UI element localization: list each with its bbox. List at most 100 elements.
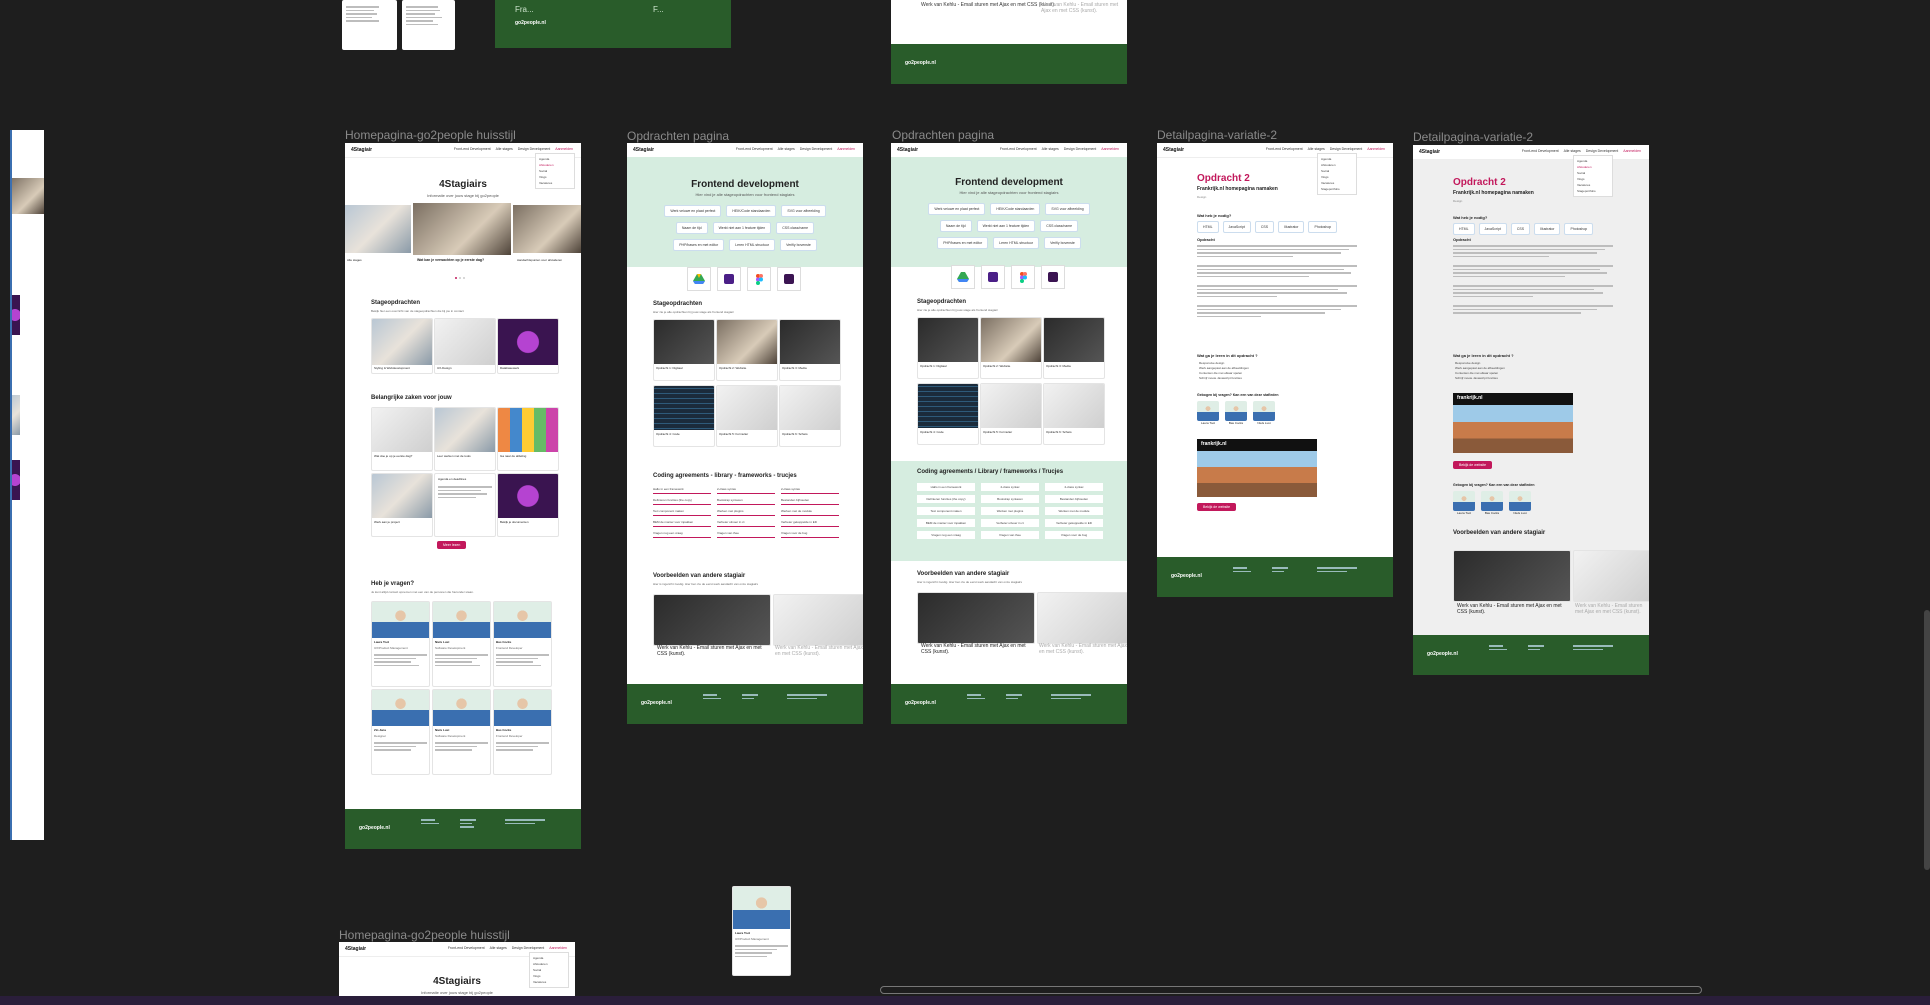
chip[interactable]: Werkt niet aan 1 feature tijden xyxy=(976,220,1036,232)
coding-item[interactable]: Text component maken xyxy=(653,509,711,516)
figma-icon[interactable] xyxy=(747,267,771,291)
assignment-card[interactable]: Opdracht 2: Website xyxy=(716,319,778,381)
nav-link-design[interactable]: Design Development xyxy=(518,147,551,151)
frame-label-opdrachten-2[interactable]: Opdrachten pagina xyxy=(892,128,994,142)
contact-person[interactable]: Laura Tool xyxy=(1453,491,1475,515)
info-card[interactable]: Wat doe je op je eerste dag? xyxy=(371,407,433,471)
coding-item[interactable]: Werken met plugins xyxy=(981,507,1039,515)
chip[interactable]: Naam de tijd xyxy=(939,220,972,232)
frame-opdrachten-2[interactable]: 4Stagiair Front-end Development Alle stag… xyxy=(891,143,1127,724)
tool-chip[interactable]: HTML xyxy=(1197,221,1219,233)
frame-label-detail-2[interactable]: Detailpagina-variatie-2 xyxy=(1413,130,1533,144)
bekijk-website-button[interactable]: Bekijk de website xyxy=(1197,503,1237,511)
chip[interactable]: HEIK/Code standaarden xyxy=(990,203,1041,215)
coding-item[interactable]: 2-class syntax xyxy=(781,487,839,494)
chip[interactable]: Leren HTML structuur xyxy=(993,237,1040,249)
nav-link-aanmelden[interactable]: Aanmelden xyxy=(837,147,855,151)
nav-link-frontend[interactable]: Front-end Development xyxy=(1266,147,1303,151)
chip[interactable]: CSS class/name xyxy=(776,222,815,234)
contact-person[interactable]: Niels Lust xyxy=(1509,491,1531,515)
nav-link-stages[interactable]: Alle stages xyxy=(490,946,507,950)
fragment-list-card-1[interactable] xyxy=(342,0,397,50)
chip[interactable]: Leren HTML structuur xyxy=(729,239,776,251)
coding-item[interactable]: Definieren functies (the copy) xyxy=(653,498,711,505)
voorbeeld-image-2[interactable] xyxy=(1037,592,1127,644)
nav-link-stages[interactable]: Alle stages xyxy=(496,147,513,151)
nav-link-aanmelden[interactable]: Aanmelden xyxy=(1367,147,1385,151)
site-preview[interactable]: frankrijk.nl xyxy=(1197,439,1317,497)
coding-item[interactable]: Bestanden bijhouden xyxy=(781,498,839,505)
dropdown-item[interactable]: Stageportfolio xyxy=(1577,188,1609,194)
floating-person-card[interactable]: Laura Tool UX/Product Management xyxy=(732,886,791,976)
assignment-card[interactable]: Opdracht 5: Formulier xyxy=(980,383,1042,445)
google-drive-icon[interactable] xyxy=(687,267,711,291)
coding-item[interactable]: Vragen voor de bug xyxy=(1045,531,1103,539)
fragment-green-footer[interactable]: Fra... go2people.nl F... xyxy=(495,0,731,48)
nav-link-aanmelden[interactable]: Aanmelden xyxy=(1101,147,1119,151)
frame-homepage[interactable]: 4Stagiair Front-end Development Alle sta… xyxy=(345,143,581,849)
coding-item[interactable]: Verbeter gekoppelde in ED xyxy=(781,520,839,527)
fragment-opdrachten-bottom[interactable]: Werk van Kehlu - Email sturen met Ajax e… xyxy=(891,0,1127,84)
coding-item[interactable]: Text component maken xyxy=(917,507,975,515)
nav-link-stages[interactable]: Alle stages xyxy=(1308,147,1325,151)
site-logo[interactable]: 4Stagiair xyxy=(897,147,918,153)
frame-homepage-bottom[interactable]: 4Stagiair Front-end Development Alle stag… xyxy=(339,942,575,1000)
tool-chip[interactable]: Photoshop xyxy=(1308,221,1338,233)
footer-brand[interactable]: go2people.nl xyxy=(1171,573,1202,579)
carousel-caption-left[interactable]: Alle stages xyxy=(347,258,362,262)
vscode-icon[interactable] xyxy=(717,267,741,291)
coding-item[interactable]: Vragen nog een vraag xyxy=(653,531,711,538)
nav-link-stages[interactable]: Alle stages xyxy=(1564,149,1581,153)
vertical-scrollbar[interactable] xyxy=(1924,610,1930,870)
assignment-card[interactable]: Opdracht 1: Digitaal xyxy=(653,319,715,381)
coding-item[interactable]: Vragen voor de bug xyxy=(781,531,839,538)
coding-item[interactable]: BEM de manier voor inpakken xyxy=(917,519,975,527)
assignment-card[interactable]: Opdracht 2: Website xyxy=(980,317,1042,379)
coding-item[interactable]: BEM de manier voor inpakken xyxy=(653,520,711,527)
chip[interactable]: Werk veiuwe en plaat perfect xyxy=(928,203,986,215)
person-card[interactable]: Niels Lust Software Development xyxy=(432,601,491,687)
nav-link-design[interactable]: Design Development xyxy=(512,946,545,950)
coding-item[interactable]: Bestanden bijhouden xyxy=(1045,495,1103,503)
site-preview[interactable]: frankrijk.nl xyxy=(1453,393,1573,453)
coding-item[interactable]: Vragen van thee xyxy=(981,531,1039,539)
site-logo[interactable]: 4Stagiair xyxy=(351,147,372,153)
person-card[interactable]: Bas Cocks Frontend Developer xyxy=(493,689,552,775)
nav-link-stages[interactable]: Alle stages xyxy=(1042,147,1059,151)
stage-card[interactable]: Databasewerk xyxy=(497,318,559,374)
nav-link-frontend[interactable]: Front-end Development xyxy=(448,946,485,950)
footer-brand[interactable]: go2people.nl xyxy=(1427,651,1458,657)
tool-chip[interactable]: HTML xyxy=(1453,223,1475,235)
site-logo[interactable]: 4Stagiair xyxy=(633,147,654,153)
coding-item[interactable]: Verbeter gekoppelde in ED xyxy=(1045,519,1103,527)
chip[interactable]: SVG voor afbeelding xyxy=(1045,203,1090,215)
chip[interactable]: Werkt niet aan 1 feature tijden xyxy=(712,222,772,234)
tool-chip[interactable]: Illustrator xyxy=(1534,223,1561,235)
chip[interactable]: Verifiy bovenste xyxy=(780,239,817,251)
chip[interactable]: CSS class/name xyxy=(1040,220,1079,232)
person-card[interactable]: Laura Tool UX/Product Management xyxy=(371,601,430,687)
carousel-dots[interactable] xyxy=(455,277,469,279)
frame-label-homepage-bottom[interactable]: Homepagina-go2people huisstijl xyxy=(339,928,510,942)
frame-label-opdrachten-1[interactable]: Opdrachten pagina xyxy=(627,129,729,143)
frame-label-detail-1[interactable]: Detailpagina-variatie-2 xyxy=(1157,128,1277,142)
nav-link-frontend[interactable]: Front-end Development xyxy=(454,147,491,151)
coding-item[interactable]: Werken met plugins xyxy=(717,509,775,516)
voorbeeld-image-2[interactable] xyxy=(1573,550,1649,602)
nav-link-aanmelden[interactable]: Aanmelden xyxy=(1623,149,1641,153)
chip[interactable]: HEIK/Code standaarden xyxy=(726,205,777,217)
assignment-card[interactable]: Opdracht 4: Code xyxy=(653,385,715,447)
meer-lezen-button[interactable]: Meer lezen xyxy=(437,541,467,549)
coding-item[interactable]: 2-class syntax xyxy=(981,483,1039,491)
coding-item[interactable]: Verbeter uitvoer in ct xyxy=(717,520,775,527)
coding-item[interactable]: Werken met de module xyxy=(1045,507,1103,515)
google-drive-icon[interactable] xyxy=(951,265,975,289)
chip[interactable]: Verifiy bovenste xyxy=(1044,237,1081,249)
assignment-card[interactable]: Opdracht 4: Code xyxy=(917,383,979,445)
contact-person[interactable]: Bas Cocks xyxy=(1225,401,1247,425)
fragment-list-card-2[interactable] xyxy=(402,0,455,50)
person-card[interactable]: Zin Jans Designer xyxy=(371,689,430,775)
coding-item[interactable]: 2-class syntax xyxy=(717,487,775,494)
info-card[interactable]: Agenda en deadlines xyxy=(434,473,496,537)
coding-item[interactable]: Werken met de module xyxy=(781,509,839,516)
